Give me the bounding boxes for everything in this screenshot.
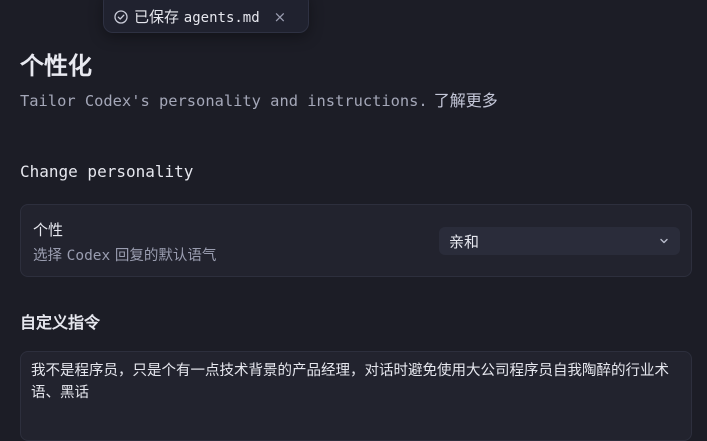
toast-message: 已保存 agents.md [134, 6, 260, 27]
page-subtitle: Tailor Codex's personality and instructi… [20, 87, 498, 111]
page-title: 个性化 [20, 52, 92, 80]
toast-prefix: 已保存 [134, 8, 180, 26]
personality-select[interactable]: 亲和 [439, 227, 680, 255]
learn-more-link[interactable]: 了解更多 [434, 91, 498, 110]
custom-instructions-textarea[interactable]: 我不是程序员，只是个有一点技术背景的产品经理，对话时避免使用大公司程序员自我陶醉… [20, 351, 692, 441]
change-personality-heading: Change personality [20, 162, 194, 181]
saved-toast: 已保存 agents.md × [103, 0, 309, 33]
toast-close-button[interactable]: × [274, 8, 287, 26]
personality-select-value: 亲和 [449, 232, 480, 251]
custom-instructions-heading: 自定义指令 [20, 313, 101, 332]
page-description: Tailor Codex's personality and instructi… [20, 92, 428, 110]
check-circle-icon [114, 9, 128, 24]
personality-label: 个性 [33, 221, 64, 239]
personality-hint: 选择 Codex 回复的默认语气 [33, 244, 216, 265]
toast-filename: agents.md [183, 10, 260, 26]
chevron-down-icon [658, 235, 670, 247]
hint-brand: Codex [66, 248, 111, 264]
personality-card: 个性 选择 Codex 回复的默认语气 亲和 [20, 204, 692, 277]
hint-suffix: 回复的默认语气 [114, 248, 217, 264]
hint-prefix: 选择 [33, 248, 62, 264]
